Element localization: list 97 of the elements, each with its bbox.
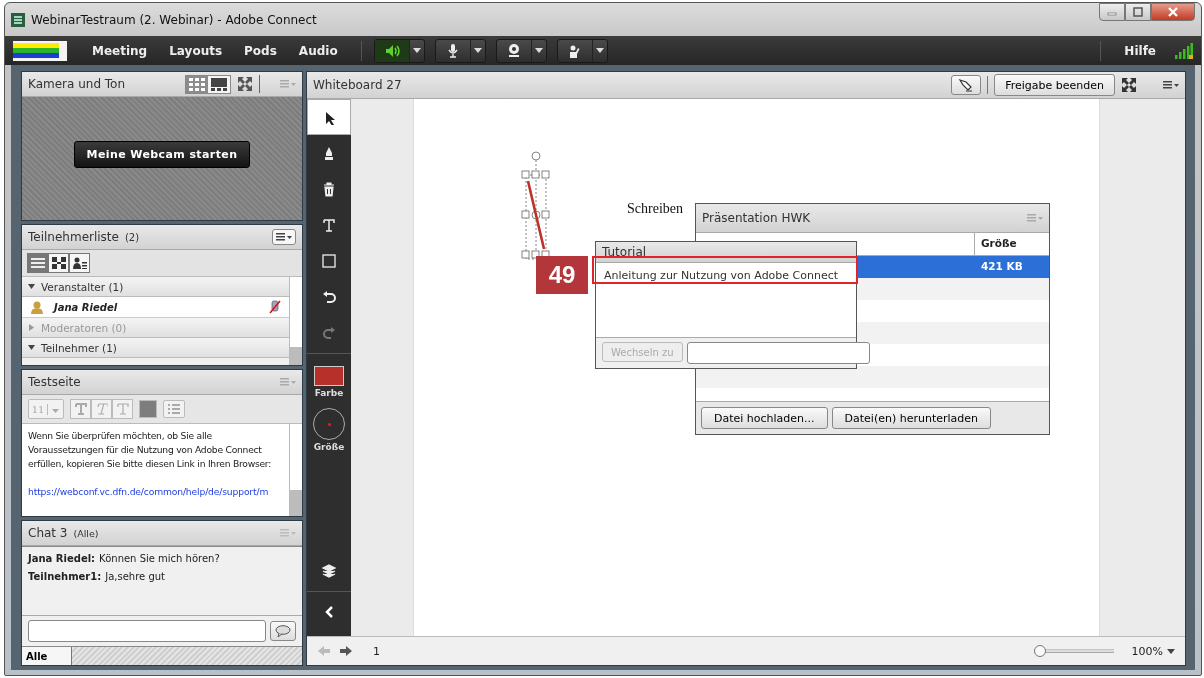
redo-icon [321, 325, 337, 341]
pod-title: Chat 3 [28, 526, 68, 540]
color-label: Farbe [313, 388, 345, 398]
next-page-icon[interactable] [339, 645, 353, 657]
caret-icon[interactable] [412, 48, 421, 53]
collapse-arrow-icon [28, 283, 35, 290]
connection-signal-icon [1175, 42, 1193, 59]
file-button[interactable]: Datei(en) herunterladen [831, 407, 992, 429]
speech-bubble-icon [275, 625, 291, 637]
selected-line-drawing[interactable] [520, 151, 552, 263]
group-label: Veranstalter (1) [41, 280, 124, 293]
minimize-button[interactable] [1099, 3, 1125, 21]
bold-icon [74, 403, 87, 415]
presenter-avatar-icon [30, 300, 44, 314]
chevron-left-icon [323, 605, 335, 619]
pod-title: Testseite [28, 375, 81, 389]
collapse-arrow-icon [28, 344, 35, 351]
layout-toggle[interactable] [186, 75, 208, 93]
size-dot [327, 422, 331, 426]
menu-item[interactable]: Pods [233, 43, 288, 58]
chat-tab[interactable]: Alle [22, 647, 72, 665]
trash-icon [321, 181, 337, 197]
switch-to-field[interactable] [686, 342, 870, 364]
undo-icon [321, 289, 337, 305]
app-logo-icon [11, 12, 25, 27]
italic-icon [95, 403, 108, 415]
chat-sender: Jana Riedel: [28, 553, 96, 564]
column-header[interactable]: Größe [975, 233, 1049, 255]
chat-sender: Teilnehmer1: [28, 571, 102, 582]
grid-icon [189, 77, 205, 91]
file-button[interactable]: Datei hochladen... [701, 407, 828, 429]
layout-toggle[interactable] [208, 75, 230, 93]
fullscreen-icon[interactable] [237, 76, 253, 92]
view-toggle[interactable] [69, 253, 90, 273]
pod-title: Teilnehmerliste [28, 230, 119, 244]
pod-title: Kamera und Ton [28, 77, 126, 91]
chat-scope: (Alle) [73, 527, 99, 539]
logo-icon [13, 40, 67, 61]
single-view-icon [211, 77, 227, 91]
rectangle-icon [321, 253, 337, 269]
menu-item[interactable]: Audio [287, 43, 349, 58]
participant-count: (2) [124, 231, 140, 243]
pod-title: Whiteboard 27 [313, 78, 402, 92]
grid-view-icon [51, 257, 66, 269]
start-webcam-button[interactable]: Meine Webcam starten [73, 141, 251, 168]
pod-title: Präsentation HWK [702, 211, 811, 225]
close-icon [1167, 7, 1179, 17]
text-icon [321, 217, 337, 233]
page-number: 1 [373, 644, 380, 658]
pod-title: Tutorial [602, 245, 647, 259]
window-title: WebinarTestraum (2. Webinar) - Adobe Connect [31, 12, 317, 27]
menu-icon [276, 232, 292, 242]
expand-arrow-icon [28, 324, 35, 331]
note-text: Wenn Sie überprüfen möchten, ob Sie alle Voraussetzungen für die Nutzung von Adobe Connect erfüllen, kopieren Sie bitte diesen Link in Ihren Browser: [28, 429, 273, 471]
underline-icon [116, 403, 129, 415]
size-label: Größe [312, 442, 346, 452]
maximize-icon [1133, 7, 1143, 17]
menu-item[interactable]: Meeting [81, 43, 159, 58]
group-header[interactable]: Teilnehmer (1) [22, 338, 289, 358]
close-button[interactable] [1151, 3, 1195, 21]
tool-button[interactable] [307, 99, 351, 135]
view-toggle[interactable] [48, 253, 69, 273]
menu-item[interactable]: Layouts [158, 43, 234, 58]
caret-icon[interactable] [1167, 648, 1175, 654]
caret-icon[interactable] [473, 48, 482, 53]
attendee-detail-icon [72, 257, 87, 269]
group-label: Moderatoren (0) [41, 321, 127, 334]
pod-menu-icon[interactable] [1163, 80, 1179, 90]
maximize-button[interactable] [1125, 3, 1151, 21]
step-number-badge: 49 [536, 256, 588, 294]
chat-message: Können Sie mich hören? [99, 553, 220, 564]
list-icon [168, 404, 180, 414]
caret-icon [52, 408, 59, 413]
list-view-icon [30, 257, 45, 269]
group-header[interactable]: Veranstalter (1) [22, 277, 289, 297]
layers-icon [321, 563, 337, 579]
help-menu[interactable]: Hilfe [1113, 43, 1167, 58]
color-swatch[interactable] [314, 366, 344, 386]
canvas-text: Schreiben [627, 201, 683, 217]
zoom-value[interactable]: 100% [1131, 644, 1163, 658]
group-label: Teilnehmer (1) [41, 341, 117, 354]
pod-menu-button[interactable] [272, 229, 296, 245]
support-link[interactable]: https://webconf.vc.dfn.de/common/help/de/support/m [28, 485, 269, 499]
stop-sharing-button[interactable]: Freigabe beenden [994, 74, 1115, 96]
pointer-tool-button[interactable] [951, 75, 982, 95]
font-size-value: 11 [29, 403, 48, 415]
slider-thumb[interactable] [1033, 645, 1046, 657]
text-color-swatch[interactable] [139, 400, 157, 418]
fullscreen-icon[interactable] [1121, 77, 1137, 93]
cursor-icon [958, 78, 975, 92]
send-button[interactable] [270, 621, 296, 641]
chat-message: Ja,sehre gut [105, 571, 166, 582]
chat-input-field[interactable] [28, 620, 266, 642]
view-toggle[interactable] [27, 253, 48, 273]
caret-icon[interactable] [534, 48, 543, 53]
file-size: 421 KB [980, 259, 1024, 274]
caret-icon[interactable] [595, 48, 604, 53]
